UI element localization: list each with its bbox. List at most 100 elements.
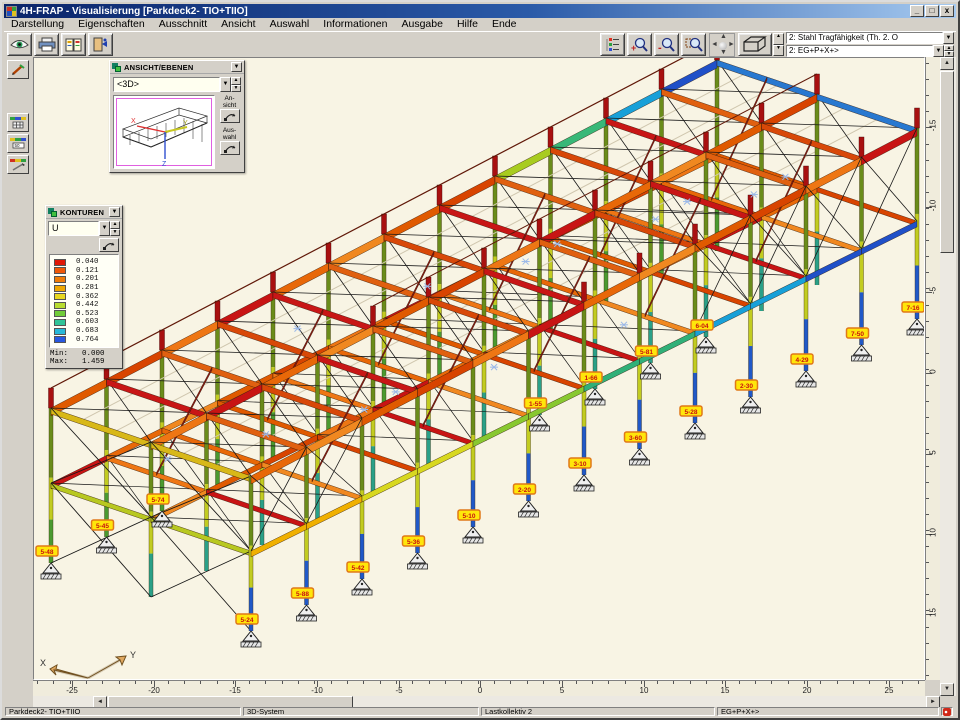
ansicht-panel-titlebar[interactable]: ANSICHT/EBENEN ▼ [110,61,244,74]
pan-down-icon[interactable]: ▼ [720,49,727,56]
pan-center-knob[interactable] [719,42,727,50]
scroll-down-icon[interactable]: ▼ [940,683,954,696]
ruler-label: 5 [929,443,938,463]
contour-combo-dropdown-icon[interactable]: ▼ [99,221,110,236]
konturen-panel-close-icon[interactable]: ▼ [109,207,120,217]
menu-ansicht[interactable]: Ansicht [214,18,262,31]
title-bar: 4H-FRAP - Visualisierung [Parkdeck2- TIO… [4,4,956,18]
legend-row: 0.764 [52,335,116,344]
pen-icon [12,163,25,171]
close-button[interactable]: x [940,5,954,17]
loadcase-spinner[interactable]: ▲▼ [944,45,954,57]
legend-row: 0.362 [52,292,116,301]
svg-text:5-10: 5-10 [462,513,475,520]
max-label: Max: [50,358,68,366]
edit-button[interactable] [7,60,29,79]
menu-darstellung[interactable]: Darstellung [4,18,71,31]
view-eye-button[interactable] [7,33,32,56]
svg-text:5-48: 5-48 [40,549,53,556]
view-3d-box-button[interactable] [738,33,772,56]
pan-right-icon[interactable]: ► [728,41,735,48]
pan-control[interactable]: ▲ ▼ ◄ ► [709,33,735,57]
ruler-label: -20 [148,686,160,695]
contour-quantity-value[interactable]: U [48,221,99,236]
svg-text:1-66: 1-66 [584,375,597,382]
ansicht-panel-title: ANSICHT/EBENEN [124,63,193,72]
svg-text:2-20: 2-20 [518,487,531,494]
ansicht-apply-button[interactable] [220,109,240,123]
menu-informationen[interactable]: Informationen [316,18,394,31]
zoom-in-button[interactable]: + [627,33,652,56]
menu-auswahl[interactable]: Auswahl [263,18,317,31]
ansicht-panel-close-icon[interactable]: ▼ [231,62,242,72]
dimension-display-button[interactable]: 50 [7,134,29,153]
menu-hilfe[interactable]: Hilfe [450,18,485,31]
max-value: 1.459 [82,358,105,366]
vertical-scrollbar[interactable]: ▲ ▼ [940,57,956,696]
loadcase-combo-dropdown-icon[interactable]: ▼ [933,45,944,57]
contour-apply-button[interactable] [99,238,119,252]
zoom-window-button[interactable] [681,33,706,56]
ruler-label: 10 [640,686,649,695]
svg-text:-: - [658,42,662,53]
view-select-combo[interactable]: <3D> ▼ ▲▼ [113,77,241,92]
report-button[interactable] [61,33,86,56]
eye-icon [10,38,29,51]
konturen-panel-title: KONTUREN [60,208,104,217]
app-icon [6,6,17,17]
view-thumbnail[interactable]: X Y Z [113,95,215,169]
panel-icon [48,208,57,217]
minimize-button[interactable]: _ [910,5,924,17]
tree-select-button[interactable] [600,33,625,56]
zoom-out-icon: - [658,37,675,53]
menu-ausgabe[interactable]: Ausgabe [395,18,450,31]
contour-quantity-combo[interactable]: U ▼ ▲▼ [48,221,120,236]
ruler-label: 0 [478,686,482,695]
menu-ausschnitt[interactable]: Ausschnitt [152,18,214,31]
status-field-1: 3D-System [243,707,479,716]
auswahl-apply-button[interactable] [220,141,240,155]
print-button[interactable] [34,33,59,56]
view-select-spinner[interactable]: ▲▼ [231,77,241,92]
annotate-button[interactable] [7,155,29,174]
view-spinner[interactable]: ▲▼ [773,33,784,56]
menu-ende[interactable]: Ende [485,18,524,31]
maximize-button[interactable]: □ [925,5,939,17]
svg-text:1-55: 1-55 [529,401,542,408]
svg-text:5-88: 5-88 [296,591,309,598]
menu-eigenschaften[interactable]: Eigenschaften [71,18,152,31]
view-select-value[interactable]: <3D> [113,77,220,92]
annotate-stripe-icon [10,159,26,162]
result-combo[interactable]: 2: Stahl Tragfähigkeit (Th. 2. O ▼ [786,32,954,44]
mesh-stripe-icon [10,117,26,120]
rotate-arrow-icon [223,112,237,121]
status-field-3: EG+P+X+> [717,707,939,716]
loadcase-combo-value[interactable]: 2: EG+P+X+> [786,45,933,57]
legend-row: 0.603 [52,318,116,327]
svg-text:7-50: 7-50 [851,331,864,338]
ruler-label: -15 [929,116,938,136]
vscroll-thumb[interactable] [940,71,954,253]
pan-up-icon[interactable]: ▲ [720,33,727,40]
pan-left-icon[interactable]: ◄ [711,41,718,48]
zoom-out-button[interactable]: - [654,33,679,56]
ruler-label: -5 [929,281,938,301]
scroll-up-icon[interactable]: ▲ [940,57,954,70]
value-bubble-icon: 50 [12,142,25,150]
status-app-icon [941,707,953,716]
ruler-label: 20 [803,686,812,695]
toolbar: + - ▲ ▼ ◄ ► [4,31,956,57]
rotate-arrow-icon [223,144,237,153]
konturen-panel-titlebar[interactable]: KONTUREN ▼ [46,206,122,219]
contour-spinner[interactable]: ▲▼ [110,221,120,236]
result-combo-value[interactable]: 2: Stahl Tragfähigkeit (Th. 2. O [786,32,943,44]
loadcase-combo[interactable]: 2: EG+P+X+> ▼ ▲▼ [786,45,954,57]
mesh-display-button[interactable] [7,113,29,132]
view-select-dropdown-icon[interactable]: ▼ [220,77,231,92]
svg-text:Z: Z [162,161,167,167]
exit-button[interactable] [88,33,113,56]
model-canvas[interactable]: 5-485-455-741-551-665-816-045-245-885-42… [33,57,925,680]
result-combo-dropdown-icon[interactable]: ▼ [943,32,954,44]
svg-text:5-28: 5-28 [684,409,697,416]
svg-text:5-42: 5-42 [351,565,364,572]
